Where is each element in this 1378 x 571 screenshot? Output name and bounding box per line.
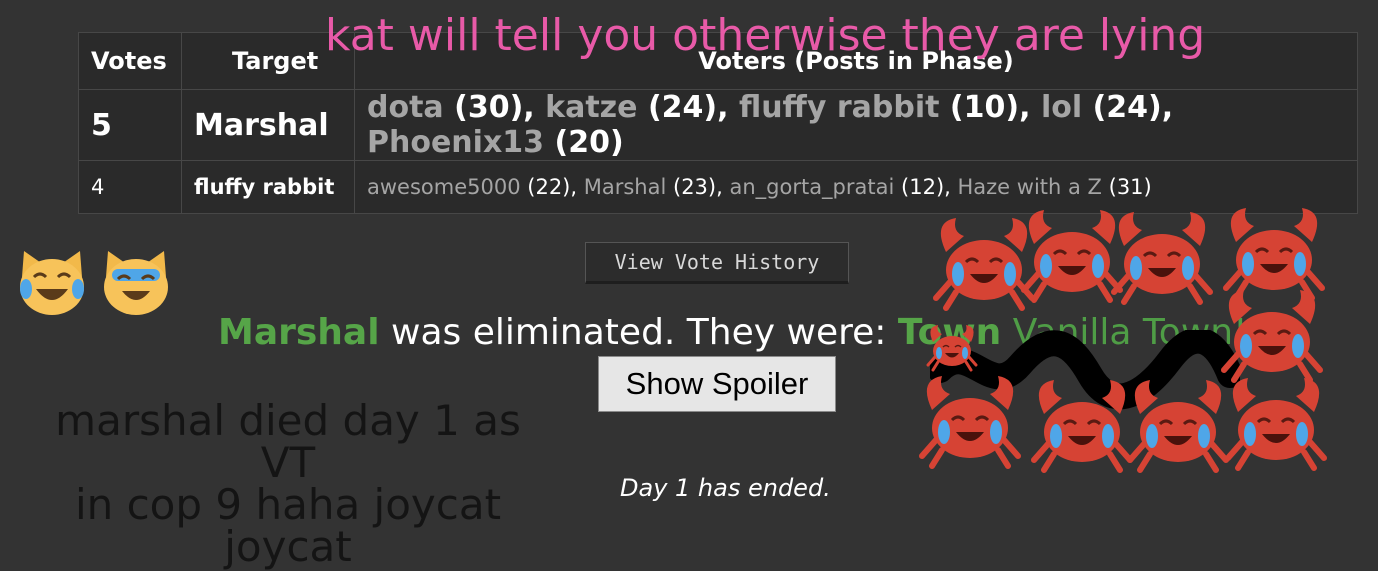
crying-laughing-crab-icon [1030, 374, 1134, 474]
annotation-note: marshal died day 1 as VT in cop 9 haha j… [55, 396, 521, 571]
voter-name[interactable]: awesome5000 [367, 175, 521, 199]
crying-laughing-crab-icon [1224, 372, 1328, 472]
vote-count: 4 [78, 160, 182, 214]
table-row: 5 Marshal dota (30), katze (24), fluffy … [78, 89, 1358, 161]
voter-posts: (24) [1092, 90, 1162, 125]
crying-laughing-crab-icon [926, 322, 978, 372]
voter-name[interactable]: Haze with a Z [958, 175, 1102, 199]
voter-posts: (12) [901, 175, 945, 199]
voter-name[interactable]: lol [1041, 90, 1082, 125]
show-spoiler-button[interactable]: Show Spoiler [598, 356, 836, 412]
voter-name[interactable]: fluffy rabbit [739, 90, 940, 125]
voter-name[interactable]: Phoenix13 [367, 125, 544, 160]
voter-name[interactable]: katze [545, 90, 637, 125]
joy-cat-icon [20, 251, 84, 315]
voter-posts: (20) [554, 125, 624, 160]
crying-laughing-crab-icon [918, 370, 1022, 470]
day-status: Day 1 has ended. [620, 474, 831, 502]
voter-posts: (31) [1108, 175, 1152, 199]
voter-name[interactable]: Marshal [584, 175, 667, 199]
voter-name[interactable]: an_gorta_pratai [729, 175, 894, 199]
voter-name[interactable]: dota [367, 90, 444, 125]
crying-laughing-crab-icon [1220, 284, 1324, 384]
voter-posts: (10) [949, 90, 1020, 125]
voter-posts: (22) [527, 175, 571, 199]
eliminated-player[interactable]: Marshal [218, 312, 380, 353]
view-vote-history-button[interactable]: View Vote History [585, 242, 849, 284]
voter-list: dota (30), katze (24), fluffy rabbit (10… [354, 89, 1358, 161]
vote-target[interactable]: Marshal [181, 89, 355, 161]
joy-cat-icon [104, 251, 168, 315]
header-votes: Votes [78, 32, 182, 90]
crying-laughing-crab-icon [1020, 204, 1124, 304]
crying-laughing-crab-icon [1126, 374, 1230, 474]
overlay-caption: kat will tell you otherwise they are lyi… [325, 10, 1206, 61]
vote-target[interactable]: fluffy rabbit [181, 160, 355, 214]
crying-laughing-crab-icon [1110, 206, 1214, 306]
voter-posts: (24) [647, 90, 718, 125]
voter-posts: (30) [454, 90, 524, 125]
vote-count: 5 [78, 89, 182, 161]
voter-posts: (23) [673, 175, 717, 199]
